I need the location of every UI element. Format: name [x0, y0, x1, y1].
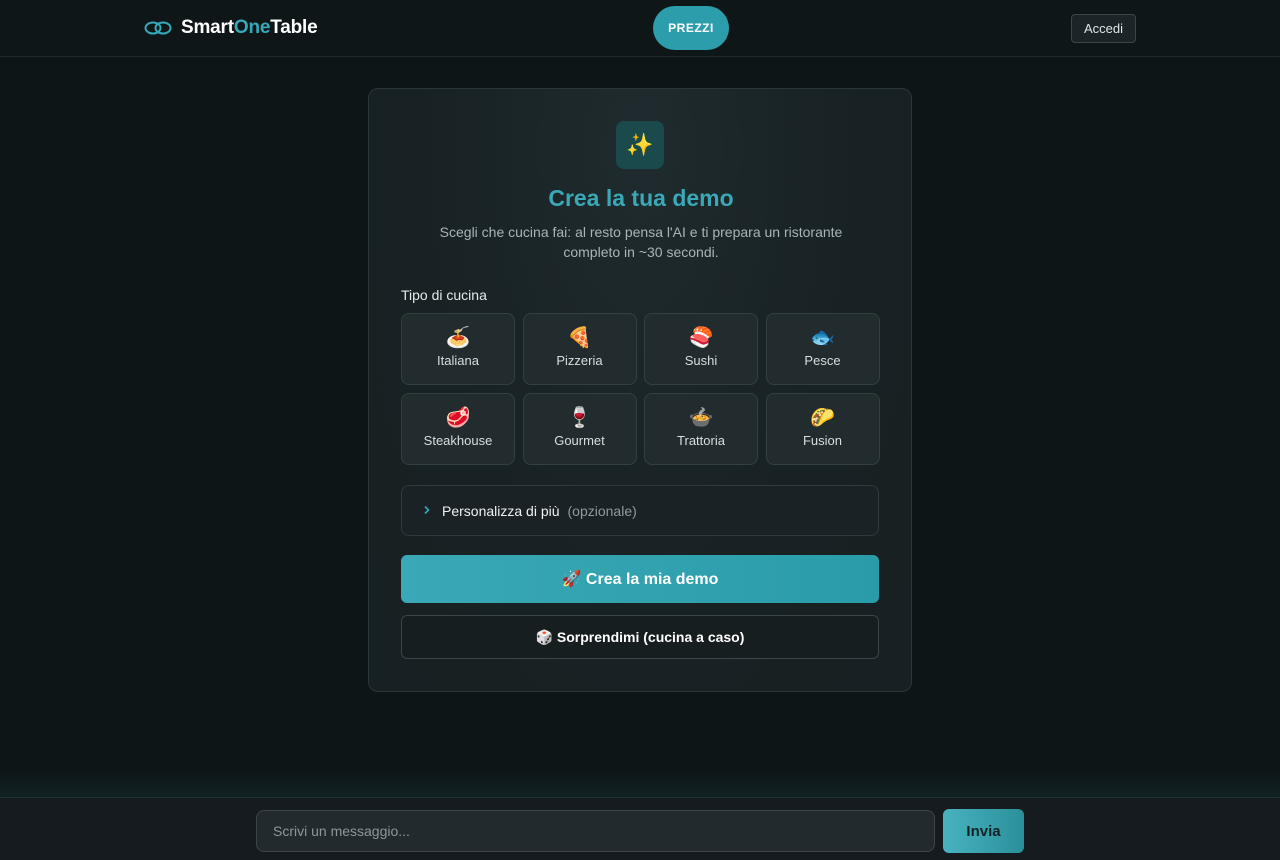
sparkles-icon: ✨: [616, 121, 664, 169]
cuisine-label: Pesce: [804, 353, 841, 368]
top-header: SmartOneTable PREZZI Accedi: [0, 0, 1280, 57]
spaghetti-icon: 🍝: [445, 327, 471, 349]
cuisine-label: Trattoria: [677, 433, 725, 448]
cuisine-option-steakhouse[interactable]: 🥩 Steakhouse: [401, 393, 515, 465]
pricing-button[interactable]: PREZZI: [653, 6, 729, 50]
chat-message-input[interactable]: [256, 810, 935, 852]
customize-optional-hint: (opzionale): [567, 502, 637, 519]
brand-logo[interactable]: SmartOneTable: [144, 16, 318, 40]
cuisine-option-pesce[interactable]: 🐟 Pesce: [765, 313, 880, 385]
cuisine-grid: 🍝 Italiana 🍕 Pizzeria 🍣 Sushi 🐟 Pesce 🥩 …: [401, 313, 880, 465]
create-demo-card: ✨ Crea la tua demo Scegli che cucina fai…: [368, 88, 912, 692]
card-title: Crea la tua demo: [548, 185, 734, 211]
chevron-right-icon: [422, 504, 440, 518]
chat-bar-glow: [0, 770, 1280, 798]
cuisine-option-gourmet[interactable]: 🍷 Gourmet: [522, 393, 637, 465]
sushi-icon: 🍣: [688, 327, 714, 349]
brand-name: SmartOneTable: [181, 17, 318, 38]
cuisine-label: Fusion: [802, 433, 843, 448]
chat-bar: Invia: [0, 797, 1280, 860]
cuisine-label: Gourmet: [554, 433, 605, 448]
taco-icon: 🌮: [810, 407, 835, 429]
send-button[interactable]: Invia: [943, 809, 1024, 853]
stew-pot-icon: 🍲: [688, 407, 714, 429]
customize-label: Personalizza di più: [442, 502, 560, 519]
card-subtitle: Scegli che cucina fai: al resto pensa l'…: [439, 224, 843, 260]
cuisine-option-italiana[interactable]: 🍝 Italiana: [401, 313, 515, 385]
cuisine-option-trattoria[interactable]: 🍲 Trattoria: [644, 393, 758, 465]
cuisine-option-fusion[interactable]: 🌮 Fusion: [765, 393, 880, 465]
cuisine-option-sushi[interactable]: 🍣 Sushi: [644, 313, 758, 385]
login-button[interactable]: Accedi: [1071, 14, 1136, 43]
create-demo-button[interactable]: 🚀 Crea la mia demo: [401, 555, 879, 603]
wine-glass-icon: 🍷: [567, 407, 592, 429]
cuisine-label: Sushi: [684, 353, 718, 368]
cuisine-type-label: Tipo di cucina: [401, 287, 487, 303]
steak-icon: 🥩: [445, 407, 471, 429]
surprise-me-button[interactable]: 🎲 Sorprendimi (cucina a caso): [401, 615, 879, 659]
fish-icon: 🐟: [810, 327, 835, 349]
cuisine-option-pizzeria[interactable]: 🍕 Pizzeria: [522, 313, 637, 385]
customize-more-toggle[interactable]: Personalizza di più (opzionale): [401, 485, 879, 536]
link-icon: [144, 21, 172, 35]
cuisine-label: Italiana: [437, 353, 479, 368]
cuisine-label: Steakhouse: [423, 433, 493, 448]
pizza-icon: 🍕: [567, 327, 592, 349]
cuisine-label: Pizzeria: [556, 353, 603, 368]
